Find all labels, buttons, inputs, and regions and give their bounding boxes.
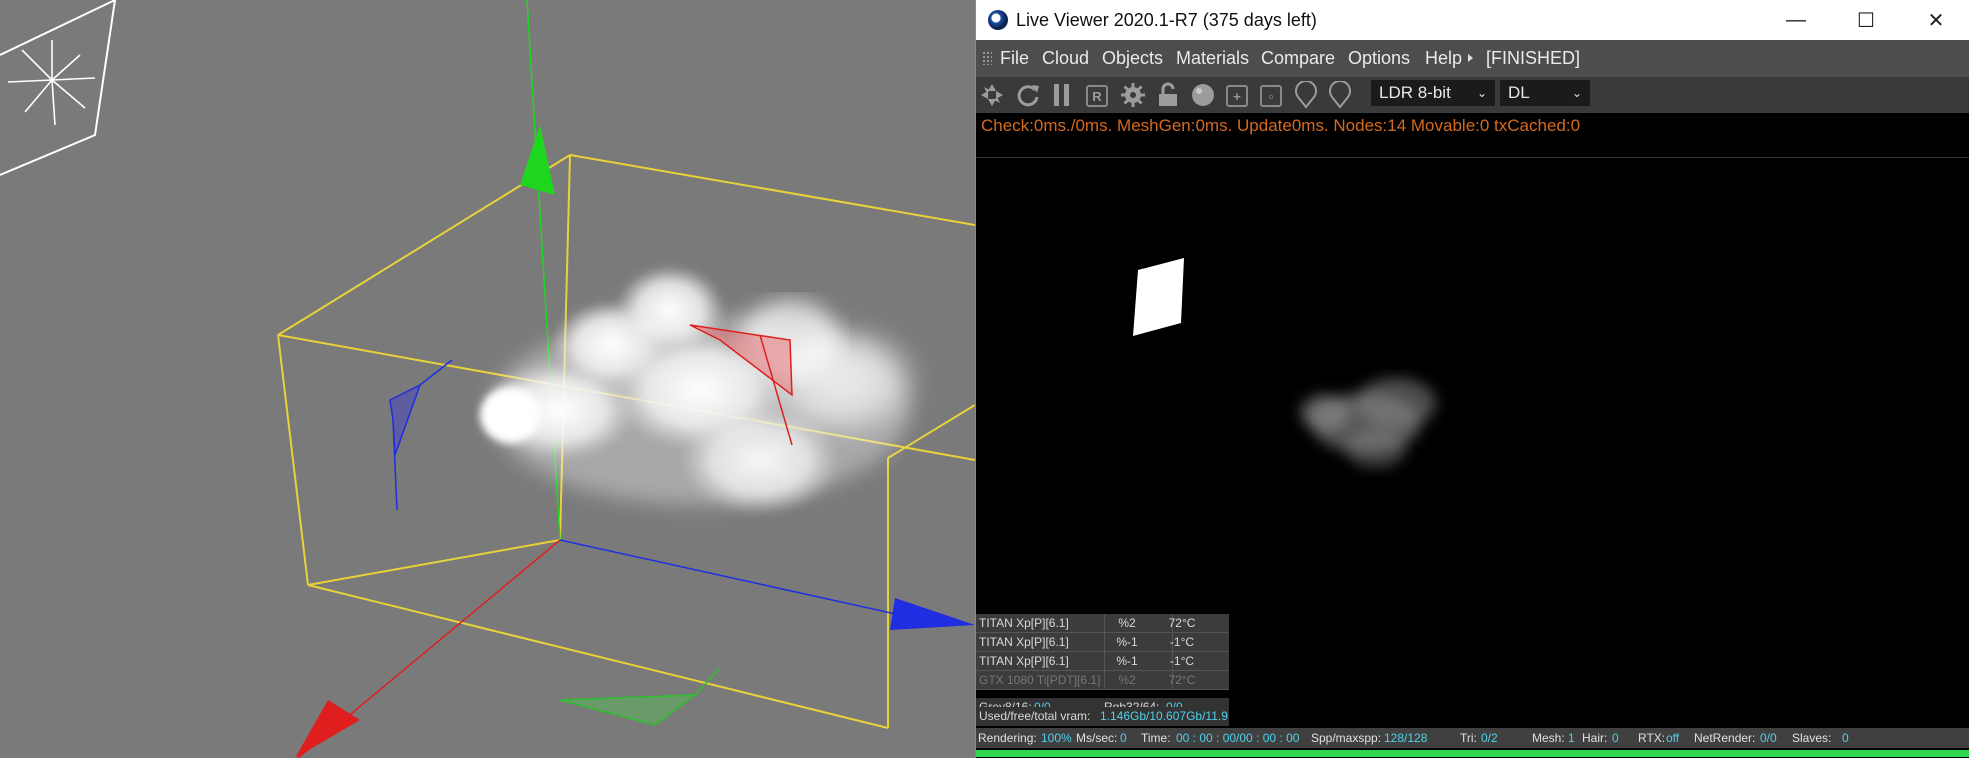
rendered-cloud (1301, 378, 1436, 468)
z-axis-line (559, 539, 901, 616)
netrender-value: 0/0 (1760, 731, 1777, 745)
menu-options[interactable]: Options (1348, 48, 1410, 69)
chevron-down-icon: ⌄ (1571, 86, 1582, 100)
3d-viewport[interactable] (0, 0, 975, 758)
rtx-label: RTX: (1638, 731, 1666, 745)
tri-label: Tri: (1460, 731, 1477, 745)
render-stats-line: Check:0ms./0ms. MeshGen:0ms. Update0ms. … (981, 116, 1581, 135)
hair-value: 0 (1612, 731, 1619, 745)
close-button[interactable]: ✕ (1901, 0, 1969, 40)
close-icon: ✕ (1927, 9, 1945, 32)
viewport-scene (0, 0, 975, 758)
minimize-icon: — (1786, 8, 1806, 31)
gpu-row[interactable]: GTX 1080 Ti[PDT][6.1] %2 72°C (976, 671, 1229, 690)
slaves-value: 0 (1842, 731, 1849, 745)
menu-file[interactable]: File (1000, 48, 1029, 69)
menu-cloud[interactable]: Cloud (1042, 48, 1089, 69)
tri-value: 0/2 (1481, 731, 1498, 745)
chevron-down-icon: ⌄ (1476, 86, 1487, 100)
netrender-label: NetRender: (1694, 731, 1756, 745)
render-progress-bar (976, 750, 1969, 757)
mesh-label: Mesh: (1532, 731, 1565, 745)
menu-grip-icon[interactable] (982, 51, 992, 65)
vram-label: Used/free/total vram: (979, 709, 1091, 723)
y-axis-arrow (520, 125, 555, 195)
gpu-usage: %2 (1118, 616, 1136, 630)
pause-icon[interactable] (1048, 81, 1076, 109)
focus-f-icon[interactable] (1292, 81, 1320, 109)
gpu-usage: %-1 (1116, 635, 1138, 649)
settings-gear-icon[interactable] (1119, 81, 1147, 109)
menu-help[interactable]: Help (1425, 48, 1462, 69)
ms-value: 0 (1120, 731, 1127, 745)
minimize-button[interactable]: — (1761, 0, 1831, 40)
menu-compare[interactable]: Compare (1261, 48, 1335, 69)
live-viewer-window: Live Viewer 2020.1-R7 (375 days left) — … (975, 0, 1969, 758)
vram-value: 1.146Gb/10.607Gb/11.9 (1100, 709, 1228, 723)
x-axis-arrow (295, 700, 360, 758)
aperture-icon[interactable] (978, 81, 1006, 109)
render-state-label: [FINISHED] (1486, 48, 1581, 68)
camera-gizmo (0, 0, 117, 176)
gpu-temp: -1°C (1169, 654, 1195, 668)
refresh-icon[interactable] (1014, 81, 1042, 109)
slaves-label: Slaves: (1792, 731, 1832, 745)
gpu-name: TITAN Xp[P][6.1] (979, 616, 1069, 630)
render-progress-fill (976, 750, 1969, 757)
window-title: Live Viewer 2020.1-R7 (375 days left) (1016, 10, 1317, 30)
menu-bar: File Cloud Objects Materials Compare Opt… (976, 40, 1969, 77)
kernel-value: DL (1508, 83, 1530, 102)
ldr-mode-value: LDR 8-bit (1379, 83, 1451, 102)
gpu-usage: %2 (1118, 673, 1136, 687)
gpu-name: TITAN Xp[P][6.1] (979, 635, 1069, 649)
render-output (1133, 258, 1436, 468)
mesh-value: 1 (1568, 731, 1575, 745)
time-label: Time: (1141, 731, 1171, 745)
material-ball-icon[interactable] (1189, 81, 1217, 109)
ldr-mode-select[interactable]: LDR 8-bit ⌄ (1371, 80, 1495, 106)
time-value: 00 : 00 : 00/00 : 00 : 00 (1176, 731, 1300, 745)
gpu-name: TITAN Xp[P][6.1] (979, 654, 1069, 668)
rendering-value: 100% (1041, 731, 1072, 745)
title-bar[interactable]: Live Viewer 2020.1-R7 (375 days left) — … (976, 0, 1969, 40)
cloud-volume (480, 265, 925, 515)
spp-label: Spp/maxspp: (1311, 731, 1382, 745)
menu-objects[interactable]: Objects (1102, 48, 1163, 69)
light-plane (1133, 258, 1184, 336)
menu-materials[interactable]: Materials (1176, 48, 1249, 69)
maximize-icon: ☐ (1857, 9, 1875, 32)
ms-label: Ms/sec: (1076, 731, 1118, 745)
lock-icon[interactable] (1154, 81, 1182, 109)
region-r-icon[interactable]: R (1086, 85, 1108, 107)
rendering-label: Rendering: (978, 731, 1037, 745)
gpu-temp: 72°C (1168, 616, 1196, 630)
render-viewport[interactable] (976, 158, 1969, 615)
gpu-name: GTX 1080 Ti[PDT][6.1] (979, 673, 1101, 687)
rtx-value: off (1666, 731, 1680, 745)
submenu-arrow-icon (1468, 54, 1473, 62)
cinema4d-app-icon (988, 10, 1008, 30)
gpu-status-table: TITAN Xp[P][6.1] %2 72°C TITAN Xp[P][6.1… (976, 614, 1229, 717)
maximize-button[interactable]: ☐ (1831, 0, 1901, 40)
kernel-select[interactable]: DL ⌄ (1500, 80, 1590, 106)
gpu-row[interactable]: TITAN Xp[P][6.1] %-1 -1°C (976, 633, 1229, 652)
gpu-temp: 72°C (1168, 673, 1196, 687)
emitter-plane-green (559, 694, 698, 726)
status-bar: Rendering: 100% Ms/sec: 0 Time: 00 : 00 … (976, 728, 1969, 748)
zoom-fit-icon[interactable]: ▫ (1260, 85, 1282, 107)
z-axis-arrow (890, 598, 975, 630)
macro-m-icon[interactable] (1326, 81, 1354, 109)
zoom-plus-icon[interactable]: + (1226, 85, 1248, 107)
gpu-usage: %-1 (1116, 654, 1138, 668)
gpu-temp: -1°C (1169, 635, 1195, 649)
gpu-row[interactable]: TITAN Xp[P][6.1] %2 72°C (976, 614, 1229, 633)
spp-value: 128/128 (1384, 731, 1428, 745)
vram-row: Used/free/total vram: 1.146Gb/10.607Gb/1… (976, 707, 1229, 726)
gpu-row[interactable]: TITAN Xp[P][6.1] %-1 -1°C (976, 652, 1229, 671)
hair-label: Hair: (1582, 731, 1608, 745)
